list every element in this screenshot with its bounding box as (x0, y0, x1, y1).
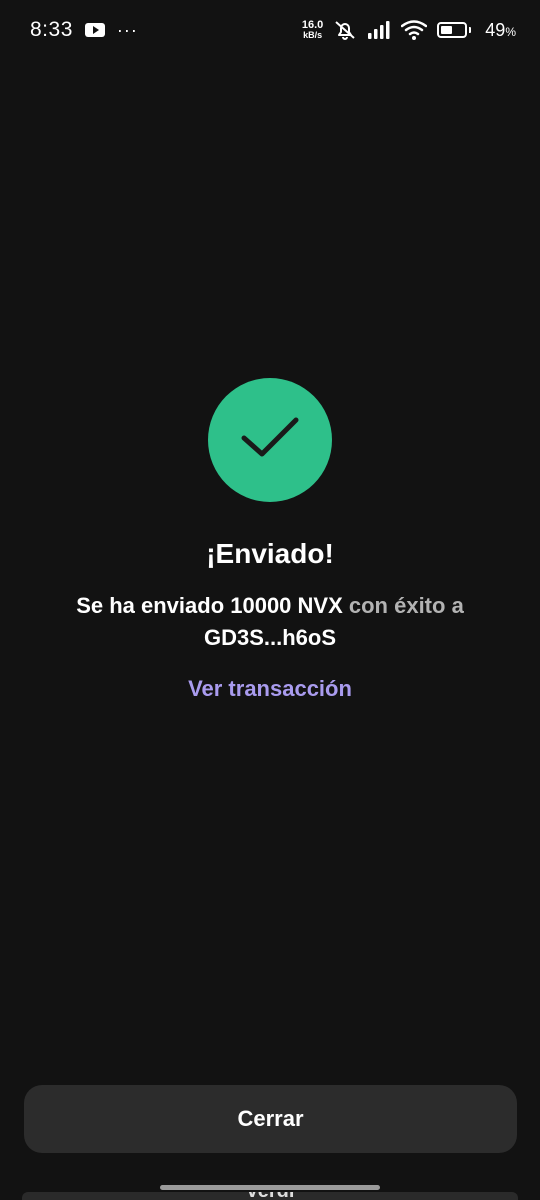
view-transaction-link[interactable]: Ver transacción (188, 676, 352, 702)
message-connector: con éxito a (342, 593, 464, 618)
success-panel: ¡Enviado! Se ha enviado 10000 NVX con éx… (0, 378, 540, 702)
close-button[interactable]: Cerrar (24, 1085, 517, 1153)
bottom-peek-bar: Verdi (22, 1192, 518, 1200)
battery-icon (437, 22, 472, 38)
message-amount: Se ha enviado 10000 NVX (76, 593, 343, 618)
status-right: 16.0 kB/s 49% (302, 18, 516, 42)
signal-icon (368, 21, 390, 39)
message-recipient: GD3S...h6oS (203, 625, 337, 650)
more-dots-icon: ··· (116, 20, 138, 40)
status-time: 8:33 (30, 18, 73, 41)
battery-tip (469, 27, 472, 33)
network-speed: 16.0 kB/s (302, 20, 323, 40)
success-message: Se ha enviado 10000 NVX con éxito a GD3S… (70, 590, 470, 654)
battery-percent-number: 49 (485, 19, 506, 40)
check-icon (208, 378, 332, 502)
status-left: 8:33 ··· (30, 18, 138, 42)
battery-percent: 49% (485, 20, 516, 41)
network-speed-unit: kB/s (303, 30, 323, 40)
battery-fill (441, 26, 453, 34)
success-title: ¡Enviado! (206, 538, 334, 569)
youtube-icon (84, 23, 105, 37)
status-bar: 8:33 ··· 16.0 kB/s 49% (0, 0, 540, 60)
bottom-peek-text: Verdi (246, 1192, 295, 1200)
wifi-icon (401, 20, 428, 40)
battery-body (437, 22, 468, 38)
mute-bell-icon (335, 21, 355, 40)
home-indicator[interactable] (160, 1185, 380, 1190)
battery-percent-sign: % (505, 24, 516, 39)
